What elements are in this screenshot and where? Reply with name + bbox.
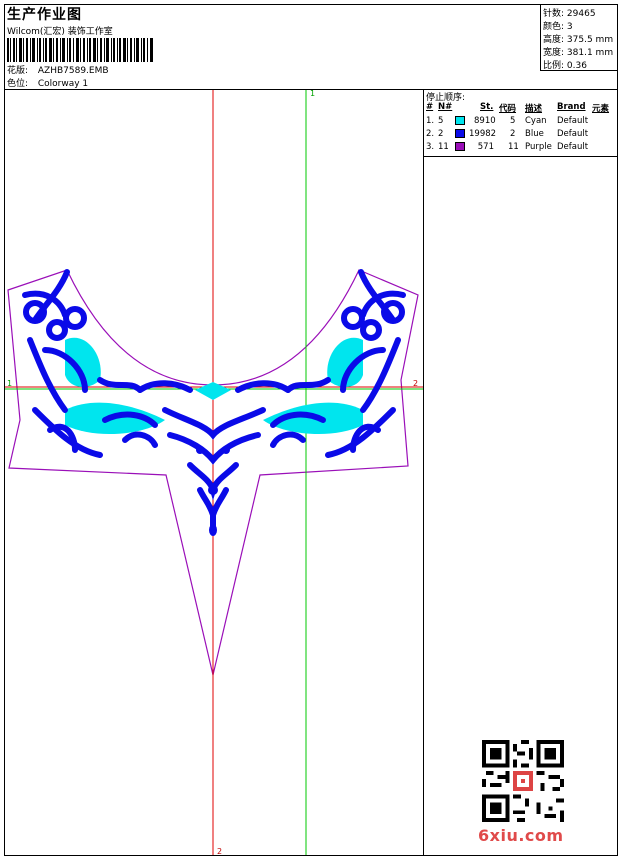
design-label: 花版: — [7, 66, 29, 76]
col-header-brand: Brand — [557, 102, 586, 112]
col-header-desc: 描述 — [525, 104, 543, 114]
row-brand: Default — [557, 116, 589, 126]
col-header-stitches: St. — [480, 102, 494, 112]
row-desc: Cyan — [525, 116, 547, 126]
stitches-label: 针数: — [543, 9, 565, 19]
embroidery-motif — [22, 269, 406, 536]
row-stitches: 571 — [477, 142, 494, 152]
row-index: 2. — [426, 129, 435, 139]
col-header-code: 代码 — [499, 104, 517, 114]
col-header-index: # — [426, 102, 434, 112]
row-index: 3. — [426, 142, 435, 152]
page-title: 生产作业图 — [7, 7, 82, 23]
qr-code-icon — [482, 740, 564, 822]
stats-panel: 针数: 29465 颜色: 3 高度: 375.5 mm 宽度: 381.1 m… — [540, 4, 619, 71]
colors-row: 颜色: 3 — [543, 19, 573, 32]
watermark-brand: 6xiu.com — [478, 826, 564, 845]
row-desc: Blue — [525, 129, 544, 139]
row-desc: Purple — [525, 142, 552, 152]
height-label: 高度: — [543, 35, 565, 45]
height-value: 375.5 mm — [566, 35, 614, 45]
barcode-icon — [7, 38, 153, 62]
design-canvas[interactable]: 1 2 1 2 — [5, 90, 423, 855]
design-file: AZHB7589.EMB — [37, 66, 109, 76]
row-brand: Default — [557, 129, 589, 139]
stitches-value: 29465 — [566, 9, 596, 19]
guide-label-left-green: 1 — [7, 379, 12, 388]
row-needle: 11 — [438, 142, 449, 152]
stitches-row: 针数: 29465 — [543, 6, 596, 19]
colors-value: 3 — [566, 22, 573, 32]
design-line: 花版: AZHB7589.EMB — [7, 63, 109, 76]
row-index: 1. — [426, 116, 435, 126]
row-brand: Default — [557, 142, 589, 152]
width-label: 宽度: — [543, 48, 565, 58]
width-value: 381.1 mm — [566, 48, 614, 58]
guide-label-bottom-red: 2 — [217, 847, 222, 855]
header: 生产作业图 Wilcom(汇宏) 装饰工作室 花版: AZHB7589.EMB … — [4, 4, 540, 89]
color-swatch-icon — [455, 142, 465, 151]
color-swatch-icon — [455, 116, 465, 125]
studio-subtitle: Wilcom(汇宏) 装饰工作室 — [7, 27, 113, 37]
row-code: 2 — [510, 129, 516, 139]
col-header-element: 元素 — [592, 104, 610, 114]
colorway-line: 色位: Colorway 1 — [7, 76, 88, 89]
row-code: 5 — [510, 116, 516, 126]
row-stitches: 8910 — [474, 116, 496, 126]
guide-label-right-red: 2 — [413, 379, 418, 388]
row-needle: 2 — [438, 129, 444, 139]
stats-divider — [540, 70, 618, 71]
row-code: 11 — [508, 142, 519, 152]
row-stitches: 19982 — [469, 129, 497, 139]
color-swatch-icon — [455, 129, 465, 138]
guide-label-top-green: 1 — [310, 90, 315, 98]
height-row: 高度: 375.5 mm — [543, 32, 613, 45]
row-needle: 5 — [438, 116, 444, 126]
colorway-label: 色位: — [7, 79, 29, 89]
colorway-name: Colorway 1 — [37, 79, 89, 89]
col-header-needle: N# — [438, 102, 453, 112]
width-row: 宽度: 381.1 mm — [543, 45, 613, 58]
colors-label: 颜色: — [543, 22, 565, 32]
